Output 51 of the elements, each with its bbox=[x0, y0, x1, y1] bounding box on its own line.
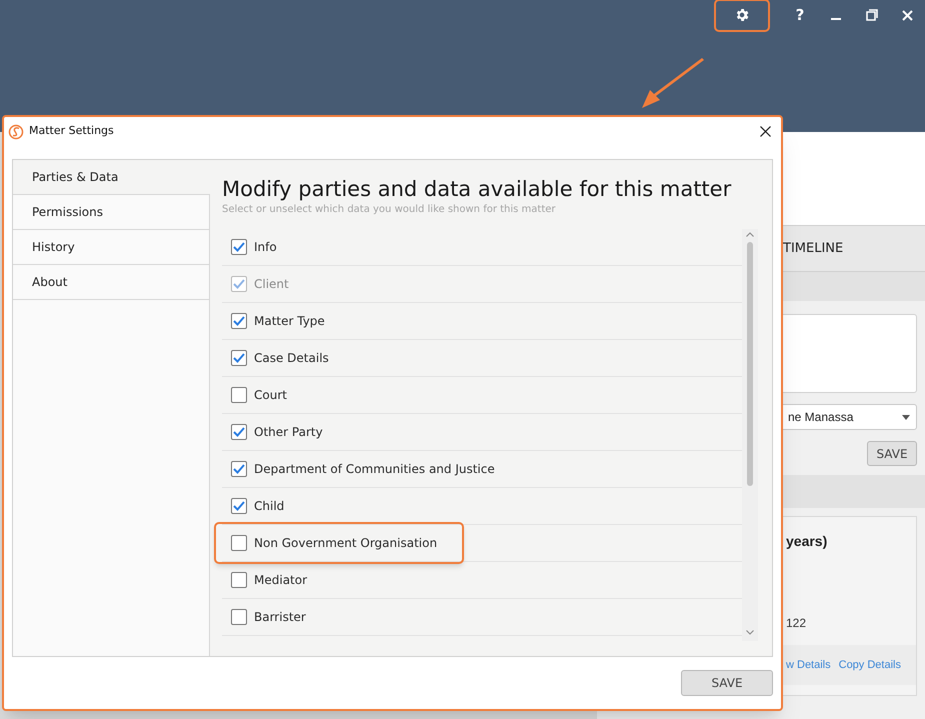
chevron-up-icon[interactable] bbox=[746, 232, 754, 237]
checkmark-icon bbox=[233, 242, 245, 252]
checkbox[interactable] bbox=[231, 424, 247, 440]
checkbox[interactable] bbox=[231, 572, 247, 588]
caret-icon bbox=[902, 414, 910, 420]
checkmark-icon bbox=[233, 316, 245, 326]
item-label: Barrister bbox=[254, 609, 306, 626]
checkbox[interactable] bbox=[231, 387, 247, 403]
checkmark-icon bbox=[233, 427, 245, 437]
card-text: 122 bbox=[786, 615, 806, 632]
help-button[interactable]: ? bbox=[782, 4, 818, 26]
chevron-down-icon[interactable] bbox=[746, 630, 754, 635]
checkbox[interactable] bbox=[231, 461, 247, 477]
sidebar-item[interactable]: Permissions bbox=[13, 195, 209, 230]
save-button[interactable]: SAVE bbox=[681, 670, 773, 696]
page-heading: Modify parties and data available for this matter bbox=[222, 176, 732, 202]
checkbox[interactable] bbox=[231, 609, 247, 625]
checkbox[interactable] bbox=[231, 535, 247, 551]
checkmark-icon bbox=[233, 501, 245, 511]
sidebar-item[interactable]: History bbox=[13, 230, 209, 265]
item-label: Court bbox=[254, 387, 287, 404]
timeline-tab[interactable]: TIMELINE bbox=[783, 238, 844, 258]
scrollbar-thumb[interactable] bbox=[747, 242, 753, 486]
app-logo-icon bbox=[8, 124, 24, 140]
item-label: Info bbox=[254, 239, 277, 256]
item-label: Other Party bbox=[254, 424, 323, 441]
checkbox[interactable] bbox=[231, 239, 247, 255]
annotation-arrow bbox=[640, 58, 706, 110]
settings-icon bbox=[734, 7, 750, 23]
page-subheading: Select or unselect which data you would like shown for this matter bbox=[222, 203, 557, 217]
sidebar-item[interactable]: About bbox=[13, 265, 209, 300]
item-label: Client bbox=[254, 276, 289, 293]
checkmark-icon bbox=[233, 464, 245, 474]
settings-button[interactable] bbox=[714, 0, 770, 32]
item-label: Child bbox=[254, 498, 284, 515]
checkbox[interactable] bbox=[231, 313, 247, 329]
sidebar-item[interactable]: Parties & Data bbox=[13, 160, 210, 195]
card-title: years) bbox=[786, 532, 828, 551]
save-button[interactable]: SAVE bbox=[867, 441, 917, 466]
checkmark-icon bbox=[233, 279, 245, 289]
item-label: Non Government Organisation bbox=[254, 535, 438, 552]
item-label: Case Details bbox=[254, 350, 329, 367]
item-label: Mediator bbox=[254, 572, 308, 589]
checkbox[interactable] bbox=[231, 498, 247, 514]
restore-icon[interactable] bbox=[866, 9, 878, 21]
checkmark-icon bbox=[233, 353, 245, 363]
dialog-title: Matter Settings bbox=[29, 123, 115, 140]
checkbox[interactable] bbox=[231, 350, 247, 366]
close-icon[interactable] bbox=[760, 126, 771, 137]
item-label: Department of Communities and Justice bbox=[254, 461, 495, 478]
item-label: Matter Type bbox=[254, 313, 325, 330]
